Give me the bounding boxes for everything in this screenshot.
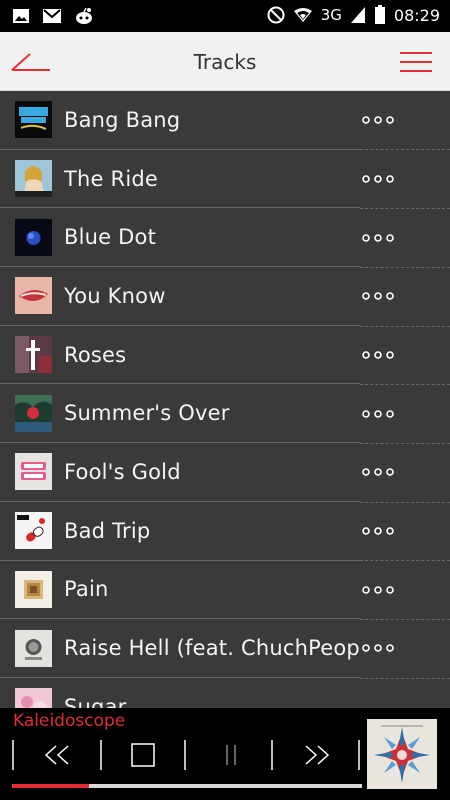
notification-icons: [12, 7, 94, 25]
more-options-icon[interactable]: [362, 643, 394, 653]
reddit-icon: [76, 7, 92, 24]
more-options-icon[interactable]: [362, 291, 394, 301]
more-options-icon[interactable]: [362, 409, 394, 419]
progress-fill: [12, 784, 89, 788]
more-options-icon[interactable]: [362, 350, 394, 360]
more-options-icon[interactable]: [362, 115, 394, 125]
divider: [360, 384, 450, 385]
divider: [360, 267, 450, 268]
clock: 08:29: [393, 5, 440, 25]
track-title: The Ride: [64, 166, 159, 191]
more-options-icon[interactable]: [362, 467, 394, 477]
track-row[interactable]: You Know: [0, 267, 360, 326]
divider: [360, 443, 450, 444]
divider-icon: [100, 740, 102, 770]
track-row[interactable]: Summer's Over: [0, 384, 360, 444]
sugar-art: [15, 688, 52, 708]
track-title: Raise Hell (feat. ChuchPeople): [64, 636, 360, 661]
hamburger-icon: [400, 52, 432, 72]
you-know-art: [15, 277, 52, 315]
stop-icon[interactable]: [131, 738, 155, 772]
track-title: Pain: [64, 577, 109, 602]
previous-icon[interactable]: [40, 738, 74, 772]
track-title: Blue Dot: [64, 225, 156, 250]
track-row[interactable]: Fool's Gold: [0, 443, 360, 502]
track-row[interactable]: Raise Hell (feat. ChuchPeople): [0, 619, 360, 678]
divider-icon: [12, 740, 14, 770]
roses-art: [15, 336, 52, 374]
now-playing-title[interactable]: Kaleidoscope: [13, 711, 125, 731]
divider: [360, 208, 450, 209]
divider: [360, 560, 450, 561]
track-title: Fool's Gold: [64, 459, 181, 484]
divider: [360, 502, 450, 503]
more-options-icon[interactable]: [362, 233, 394, 243]
track-title: Summer's Over: [64, 401, 230, 426]
progress-bar[interactable]: [12, 784, 362, 788]
wifi-icon: [293, 8, 312, 22]
fools-gold-art: [15, 453, 52, 491]
menu-button[interactable]: [400, 51, 432, 73]
pause-icon[interactable]: [222, 738, 242, 772]
next-icon[interactable]: [300, 738, 334, 772]
more-options-icon[interactable]: [362, 526, 394, 536]
more-options-icon[interactable]: [362, 585, 394, 595]
blue-dot-art: [15, 218, 52, 256]
do-not-disturb-icon: [267, 6, 285, 24]
track-row[interactable]: Bang Bang: [0, 91, 360, 150]
bad-trip-art: [15, 512, 52, 550]
track-title: Roses: [64, 342, 127, 367]
signal-icon: [350, 7, 365, 23]
mini-player: Kaleidoscope: [0, 708, 450, 800]
divider: [360, 678, 450, 679]
player-controls: [12, 738, 362, 772]
divider: [360, 326, 450, 327]
track-row[interactable]: The Ride: [0, 150, 360, 209]
divider: [360, 149, 450, 150]
divider-icon: [184, 740, 186, 770]
track-title: Bad Trip: [64, 518, 151, 543]
track-row[interactable]: Roses: [0, 326, 360, 385]
album-cover[interactable]: [367, 719, 437, 789]
track-row[interactable]: Blue Dot: [0, 208, 360, 268]
track-row[interactable]: Pain: [0, 561, 360, 620]
track-row[interactable]: Sugar: [0, 678, 360, 708]
network-type: 3G: [320, 6, 342, 24]
pain-art: [15, 570, 52, 608]
track-row[interactable]: Bad Trip: [0, 502, 360, 561]
more-options-icon[interactable]: [362, 174, 394, 184]
divider: [360, 619, 450, 620]
app-header: Tracks: [0, 32, 450, 91]
bang-bang-art: [15, 101, 52, 139]
system-icons: 3G 08:29: [267, 5, 440, 25]
track-title: Bang Bang: [64, 107, 181, 132]
kaleidoscope-cover-art: [367, 719, 437, 789]
track-title: Sugar: [64, 694, 127, 708]
divider-icon: [271, 740, 273, 770]
status-bar: 3G 08:29: [0, 0, 450, 32]
gmail-icon: [43, 9, 61, 23]
photo-icon: [13, 9, 29, 23]
summers-over-art: [15, 394, 52, 432]
battery-icon: [374, 5, 385, 24]
divider-icon: [358, 740, 360, 770]
the-ride-art: [15, 160, 52, 198]
track-title: You Know: [64, 283, 166, 308]
raise-hell-art: [15, 629, 52, 667]
track-list: Bang Bang The Ride Blue Dot You Know Ros…: [0, 91, 360, 708]
page-title: Tracks: [193, 50, 257, 74]
